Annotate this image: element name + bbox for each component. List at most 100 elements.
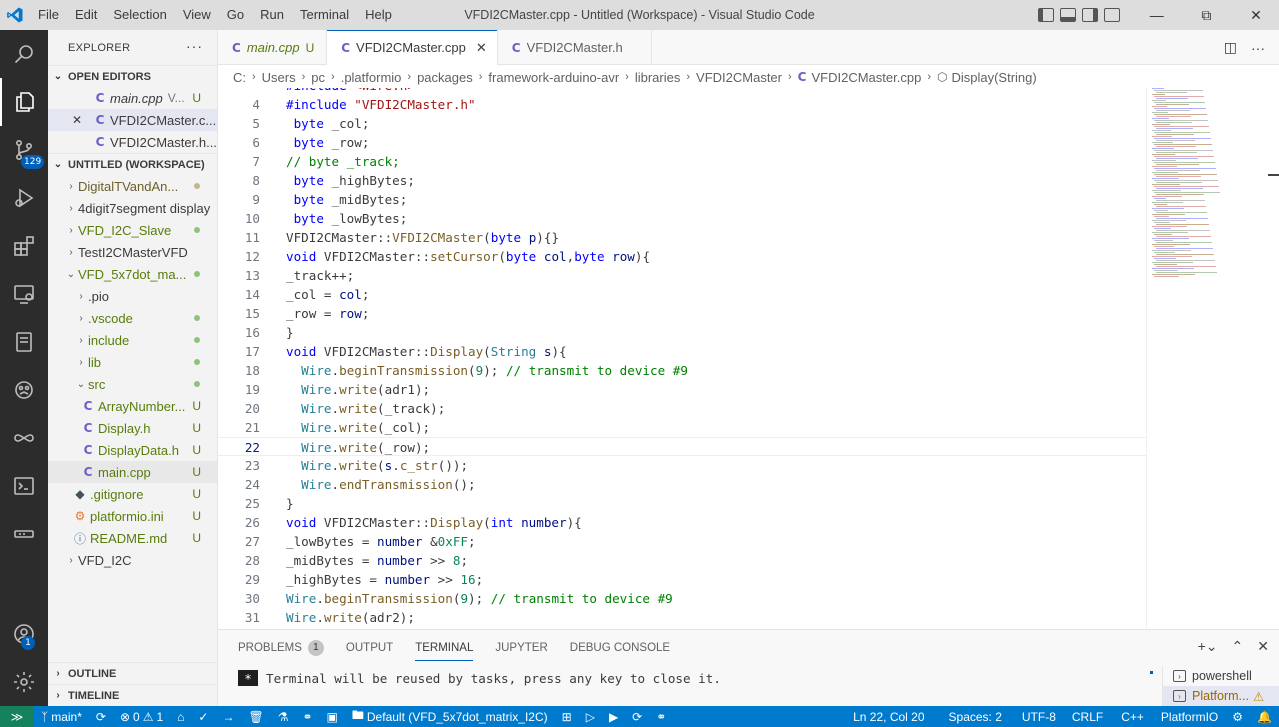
testing-icon[interactable] <box>0 318 48 366</box>
breadcrumb-item[interactable]: VFDI2CMaster <box>696 70 782 85</box>
tab-terminal[interactable]: TERMINAL <box>415 630 474 666</box>
plug-icon[interactable]: ⚭ <box>649 706 673 727</box>
tree-item[interactable]: C ArrayNumber... U <box>48 395 217 417</box>
tasks-icon[interactable]: ▷ <box>579 706 602 727</box>
minimap[interactable] <box>1152 88 1262 288</box>
run-icon[interactable]: ▶ <box>602 706 625 727</box>
menu-help[interactable]: Help <box>357 4 400 26</box>
code-line[interactable]: 25} <box>218 494 1146 513</box>
tree-item[interactable]: C Display.h U <box>48 417 217 439</box>
code-line[interactable]: 20 Wire.write(_track); <box>218 399 1146 418</box>
code-line[interactable]: 28 _midBytes = number >> 8; <box>218 551 1146 570</box>
pio-serial-monitor-icon[interactable]: ⚭ <box>295 706 319 727</box>
tab-debug-console[interactable]: DEBUG CONSOLE <box>570 630 670 666</box>
code-line[interactable]: 5 byte _col; <box>218 114 1146 133</box>
open-editors-section[interactable]: ⌄ OPEN EDITORS <box>48 65 217 87</box>
breadcrumb-item[interactable]: .platformio <box>341 70 402 85</box>
problems-status[interactable]: ⊗ 0 ⚠ 1 <box>113 706 170 727</box>
tree-item[interactable]: ⓘ README.md U <box>48 527 217 549</box>
outline-section[interactable]: › OUTLINE <box>48 662 217 684</box>
run-debug-icon[interactable] <box>0 174 48 222</box>
code-editor[interactable]: #include <Wire.h> 4 #include "VFDI2CMaster… <box>218 88 1279 629</box>
account-icon[interactable]: 1 <box>0 610 48 658</box>
terminal-view-icon[interactable] <box>0 462 48 510</box>
code-line[interactable]: 8 byte _highBytes; <box>218 171 1146 190</box>
close-icon[interactable]: ✕ <box>72 113 92 127</box>
tree-item[interactable]: › include <box>48 329 217 351</box>
menu-run[interactable]: Run <box>252 4 292 26</box>
tab-vfdi2cmaster-h[interactable]: C VFDI2CMaster.h <box>498 30 652 65</box>
code-line[interactable]: 7 // byte _track; <box>218 152 1146 171</box>
tree-item[interactable]: C DisplayData.h U <box>48 439 217 461</box>
breadcrumb-item[interactable]: framework-arduino-avr <box>488 70 619 85</box>
code-line[interactable]: 17 void VFDI2CMaster::Display(String s){ <box>218 342 1146 361</box>
menu-edit[interactable]: Edit <box>67 4 105 26</box>
tree-item[interactable]: › 4digit7segment display <box>48 197 217 219</box>
refresh-icon[interactable]: ⟳ <box>625 706 649 727</box>
pio-build-icon[interactable]: ✓ <box>191 706 215 727</box>
breadcrumb-item[interactable]: Display(String) <box>951 70 1036 85</box>
add-icon[interactable]: ⊞ <box>555 706 579 727</box>
indentation[interactable]: Spaces: 2 <box>937 706 1014 727</box>
line-ending[interactable]: CRLF <box>1064 706 1111 727</box>
toggle-panel-icon[interactable] <box>1059 8 1076 22</box>
tree-item[interactable]: ⌄ VFD_5x7dot_ma... <box>48 263 217 285</box>
code-line[interactable]: 6 byte _row; <box>218 133 1146 152</box>
tree-item[interactable]: ◆ .gitignore U <box>48 483 217 505</box>
live-share-icon[interactable] <box>0 414 48 462</box>
pio-clean-icon[interactable]: 🗑 <box>241 706 270 727</box>
remote-explorer-icon[interactable] <box>0 270 48 318</box>
close-panel-icon[interactable]: ✕ <box>1257 638 1269 655</box>
open-editor-item[interactable]: ✕ C VFDI2CMaster.c... <box>48 109 217 131</box>
code-line[interactable]: 13 _track++; <box>218 266 1146 285</box>
manage-gear-icon[interactable] <box>0 658 48 706</box>
terminal-item-powershell[interactable]: › powershell <box>1163 666 1279 686</box>
minimize-icon[interactable]: — <box>1134 0 1180 30</box>
open-editor-item[interactable]: C main.cpp V... U <box>48 87 217 109</box>
encoding[interactable]: UTF-8 <box>1014 706 1064 727</box>
serial-monitor-icon[interactable] <box>0 510 48 558</box>
timeline-section[interactable]: › TIMELINE <box>48 684 217 706</box>
account-status-icon[interactable]: ⚙ <box>1225 706 1250 727</box>
tree-item[interactable]: › VFD_I2C <box>48 549 217 571</box>
code-line[interactable]: 24 Wire.endTransmission(); <box>218 475 1146 494</box>
pio-terminal-icon[interactable]: ▣ <box>320 706 345 727</box>
breadcrumb-item[interactable]: pc <box>311 70 325 85</box>
tab-output[interactable]: OUTPUT <box>346 630 393 666</box>
tree-item[interactable]: › DigitalTVandAn... <box>48 175 217 197</box>
pio-upload-icon[interactable]: → <box>215 706 241 727</box>
code-line[interactable]: 29 _highBytes = number >> 16; <box>218 570 1146 589</box>
toggle-primary-sidebar-icon[interactable] <box>1037 8 1054 22</box>
customize-layout-icon[interactable] <box>1103 8 1120 22</box>
sync-icon[interactable]: ⟳ <box>89 706 113 727</box>
code-line[interactable]: 31 Wire.write(adr2); <box>218 608 1146 627</box>
tree-item[interactable]: › lib <box>48 351 217 373</box>
maximize-panel-icon[interactable]: ⌃ <box>1232 638 1244 655</box>
tree-item[interactable]: C main.cpp U <box>48 461 217 483</box>
code-line[interactable]: 27 _lowBytes = number &0xFF; <box>218 532 1146 551</box>
cursor-position[interactable]: Ln 22, Col 20 <box>841 706 936 727</box>
code-line[interactable]: 18 Wire.beginTransmission(9); // transmi… <box>218 361 1146 380</box>
tree-item[interactable]: › VFD_I2C_Slave <box>48 219 217 241</box>
menu-selection[interactable]: Selection <box>105 4 174 26</box>
extensions-icon[interactable] <box>0 222 48 270</box>
code-line[interactable]: 14 _col = col; <box>218 285 1146 304</box>
toggle-secondary-sidebar-icon[interactable] <box>1081 8 1098 22</box>
pio-environment[interactable]: 🖿 Default (VFD_5x7dot_matrix_I2C) <box>345 706 555 727</box>
close-tab-icon[interactable]: ✕ <box>476 40 487 56</box>
code-line[interactable]: 19 Wire.write(adr1); <box>218 380 1146 399</box>
tab-main-cpp[interactable]: C main.cpp U <box>218 30 328 65</box>
tree-item[interactable]: › .vscode <box>48 307 217 329</box>
code-line[interactable]: 22 Wire.write(_row); <box>218 437 1146 456</box>
tab-jupyter[interactable]: JUPYTER <box>495 630 547 666</box>
close-window-icon[interactable]: ✕ <box>1233 0 1279 30</box>
code-line[interactable]: 26 void VFDI2CMaster::Display(int number)… <box>218 513 1146 532</box>
menu-go[interactable]: Go <box>219 4 252 26</box>
language-mode[interactable]: C++ <box>1111 706 1154 727</box>
workspace-section[interactable]: ⌄ UNTITLED (WORKSPACE) <box>48 153 217 175</box>
new-terminal-icon[interactable]: +⌄ <box>1198 638 1218 655</box>
tab-problems[interactable]: PROBLEMS 1 <box>238 630 324 666</box>
tree-item[interactable]: › .pio <box>48 285 217 307</box>
tab-vfdi2cmaster-cpp[interactable]: C VFDI2CMaster.cpp ✕ <box>327 30 498 66</box>
terminal-item-platformio[interactable]: › Platform... ⚠ <box>1163 686 1279 706</box>
